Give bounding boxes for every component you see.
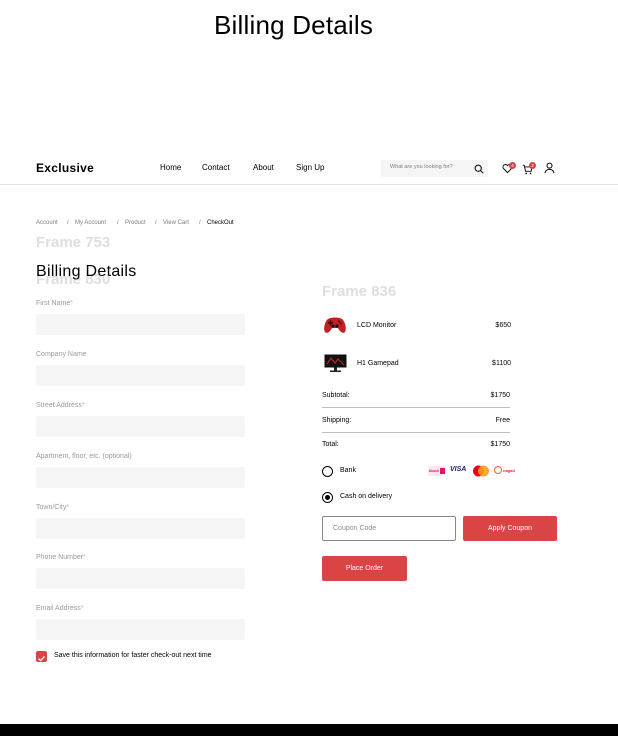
shipping-label: Shipping: xyxy=(322,417,352,424)
header-divider xyxy=(0,184,618,185)
street-address-field[interactable] xyxy=(36,416,245,437)
wishlist-badge: 4 xyxy=(509,162,516,169)
order-item-name: H1 Gamepad xyxy=(357,360,399,367)
summary-divider xyxy=(322,432,510,433)
cash-on-delivery-label: Cash on delivery xyxy=(340,493,393,500)
street-address-label: Street Address* xyxy=(36,402,85,409)
nav-sign-up[interactable]: Sign Up xyxy=(296,163,324,172)
subtotal-value: $1750 xyxy=(490,392,510,399)
bank-radio[interactable] xyxy=(322,466,333,477)
apartment-label: Apartment, floor, etc. (optional) xyxy=(36,453,132,460)
coupon-placeholder: Coupon Code xyxy=(333,525,377,532)
frame-label: Frame 753 xyxy=(36,234,111,251)
nav-contact[interactable]: Contact xyxy=(202,163,230,172)
mastercard-logo xyxy=(473,465,489,477)
email-address-field[interactable] xyxy=(36,619,245,640)
first-name-field[interactable] xyxy=(36,314,245,335)
breadcrumb-account[interactable]: Account xyxy=(36,220,58,226)
save-info-checkbox[interactable] xyxy=(36,651,47,662)
search-placeholder: What are you looking for? xyxy=(390,164,453,170)
user-icon[interactable] xyxy=(544,162,555,174)
frame-label: Frame 836 xyxy=(322,283,397,300)
breadcrumb-current: CheckOut xyxy=(207,220,234,226)
gamepad-image xyxy=(324,317,346,333)
billing-form-title: Billing Details xyxy=(36,263,137,280)
subtotal-label: Subtotal: xyxy=(322,392,350,399)
search-icon[interactable] xyxy=(474,164,484,174)
phone-number-label: Phone Number* xyxy=(36,554,86,561)
total-value: $1750 xyxy=(490,441,510,448)
breadcrumb-product[interactable]: Product xyxy=(125,220,146,226)
bkash-logo: bkash xyxy=(428,466,445,476)
apartment-field[interactable] xyxy=(36,467,245,488)
cash-on-delivery-radio[interactable] xyxy=(322,492,333,503)
breadcrumb-separator: / xyxy=(155,220,157,226)
company-name-label: Company Name xyxy=(36,351,87,358)
email-address-label: Email Address* xyxy=(36,605,84,612)
page-title: Billing Details xyxy=(214,10,374,40)
nav-about[interactable]: About xyxy=(253,163,274,172)
town-city-label: Town/City* xyxy=(36,504,70,511)
breadcrumb-separator: / xyxy=(199,220,201,226)
checkmark-icon xyxy=(38,655,46,662)
place-order-button[interactable]: Place Order xyxy=(322,556,407,581)
visa-logo: VISA xyxy=(450,466,467,473)
cart-badge: 2 xyxy=(529,162,536,169)
breadcrumb-my-account[interactable]: My Account xyxy=(75,220,106,226)
breadcrumb-view-cart[interactable]: View Cart xyxy=(163,220,189,226)
order-item-price: $650 xyxy=(495,322,511,329)
footer xyxy=(0,724,618,736)
town-city-field[interactable] xyxy=(36,518,245,539)
breadcrumb-separator: / xyxy=(67,220,69,226)
logo[interactable]: Exclusive xyxy=(36,161,94,175)
apply-coupon-button[interactable]: Apply Coupon xyxy=(463,516,557,541)
nagad-logo: nagad xyxy=(494,466,515,474)
shipping-value: Free xyxy=(495,417,510,424)
total-label: Total: xyxy=(322,441,339,448)
nav-home[interactable]: Home xyxy=(160,163,181,172)
save-info-label: Save this information for faster check-o… xyxy=(54,652,212,659)
summary-divider xyxy=(322,407,510,408)
first-name-label: First Name* xyxy=(36,300,73,307)
breadcrumb-separator: / xyxy=(117,220,119,226)
order-item-price: $1100 xyxy=(492,360,511,367)
phone-number-field[interactable] xyxy=(36,568,245,589)
monitor-image xyxy=(324,354,347,372)
bank-label: Bank xyxy=(340,467,356,474)
company-name-field[interactable] xyxy=(36,365,245,386)
order-item-name: LCD Monitor xyxy=(357,322,397,329)
